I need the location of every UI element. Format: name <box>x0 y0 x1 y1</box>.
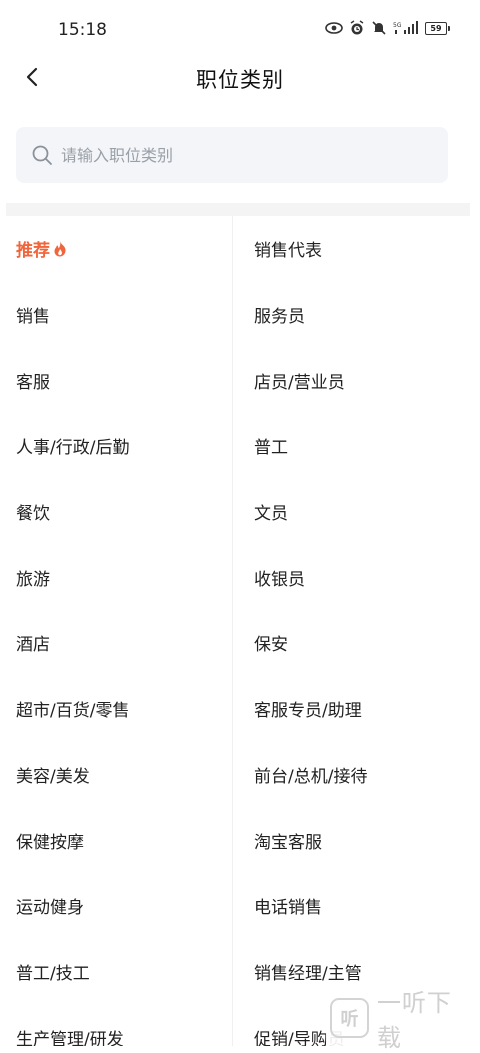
category-label: 美容/美发 <box>16 766 90 787</box>
category-item-hr-admin[interactable]: 人事/行政/后勤 <box>0 413 232 479</box>
category-item-hotel[interactable]: 酒店 <box>0 610 232 676</box>
subcategory-item[interactable]: 淘宝客服 <box>233 807 480 873</box>
subcategory-item[interactable]: 普工 <box>233 413 480 479</box>
subcategory-item[interactable]: 收银员 <box>233 544 480 610</box>
search-icon <box>31 144 53 166</box>
alarm-icon <box>350 20 364 35</box>
subcategory-label: 销售经理/主管 <box>254 963 362 984</box>
category-label: 人事/行政/后勤 <box>16 438 130 459</box>
primary-category-list: 推荐 销售 客服 人事/行政/后勤 餐饮 旅游 酒店 超市/百货/零售 美容/美… <box>0 216 232 1046</box>
watermark-logo-icon: 听 <box>330 998 369 1038</box>
category-item-tourism[interactable]: 旅游 <box>0 544 232 610</box>
search-bar[interactable] <box>16 127 448 183</box>
category-item-fitness[interactable]: 运动健身 <box>0 873 232 939</box>
subcategory-item[interactable]: 文员 <box>233 479 480 545</box>
category-item-sales[interactable]: 销售 <box>0 282 232 348</box>
category-item-beauty[interactable]: 美容/美发 <box>0 742 232 808</box>
category-label: 酒店 <box>16 635 50 656</box>
category-label: 超市/百货/零售 <box>16 701 130 722</box>
navigation-bar: 职位类别 <box>0 55 480 103</box>
subcategory-item[interactable]: 店员/营业员 <box>233 347 480 413</box>
subcategory-item[interactable]: 客服专员/助理 <box>233 676 480 742</box>
subcategory-label: 电话销售 <box>254 898 322 919</box>
subcategory-label: 保安 <box>254 635 288 656</box>
subcategory-label: 前台/总机/接待 <box>254 766 368 787</box>
subcategory-item[interactable]: 服务员 <box>233 282 480 348</box>
category-label: 餐饮 <box>16 504 50 525</box>
category-label: 普工/技工 <box>16 963 90 984</box>
subcategory-item[interactable]: 前台/总机/接待 <box>233 742 480 808</box>
category-item-recommended[interactable]: 推荐 <box>0 216 232 282</box>
eye-icon <box>325 22 343 34</box>
subcategory-list: 销售代表 服务员 店员/营业员 普工 文员 收银员 保安 客服专员/助理 前台/… <box>232 216 480 1046</box>
category-item-production[interactable]: 生产管理/研发 <box>0 1004 232 1046</box>
battery-level: 59 <box>425 21 447 35</box>
subcategory-label: 服务员 <box>254 307 305 328</box>
watermark-text: 一听下载 <box>376 989 452 1052</box>
subcategory-item[interactable]: 销售代表 <box>233 216 480 282</box>
section-divider <box>6 203 470 216</box>
subcategory-label: 淘宝客服 <box>254 832 322 853</box>
status-bar: 15:18 5G 59 <box>0 0 480 60</box>
battery-icon: 59 <box>425 21 450 35</box>
page-title: 职位类别 <box>196 68 284 92</box>
subcategory-label: 普工 <box>254 438 288 459</box>
category-label: 生产管理/研发 <box>16 1029 124 1046</box>
subcategory-label: 店员/营业员 <box>254 372 345 393</box>
category-label: 推荐 <box>16 241 50 262</box>
subcategory-item[interactable]: 电话销售 <box>233 873 480 939</box>
fire-icon <box>53 240 67 257</box>
watermark: 听 一听下载 <box>326 989 474 1052</box>
mute-icon <box>372 21 386 35</box>
category-item-massage[interactable]: 保健按摩 <box>0 807 232 873</box>
category-item-catering[interactable]: 餐饮 <box>0 479 232 545</box>
category-lists: 推荐 销售 客服 人事/行政/后勤 餐饮 旅游 酒店 超市/百货/零售 美容/美… <box>0 216 480 1046</box>
category-item-technician[interactable]: 普工/技工 <box>0 939 232 1005</box>
subcategory-label: 文员 <box>254 504 288 525</box>
category-label: 销售 <box>16 307 50 328</box>
status-icons: 5G 59 <box>325 20 450 36</box>
category-label: 旅游 <box>16 569 50 590</box>
category-item-retail[interactable]: 超市/百货/零售 <box>0 676 232 742</box>
category-item-customer-service[interactable]: 客服 <box>0 347 232 413</box>
subcategory-label: 销售代表 <box>254 241 322 262</box>
subcategory-label: 收银员 <box>254 569 305 590</box>
signal-icon: 5G <box>393 21 418 34</box>
search-input[interactable] <box>59 144 423 166</box>
subcategory-item[interactable]: 保安 <box>233 610 480 676</box>
category-label: 运动健身 <box>16 898 84 919</box>
category-label: 保健按摩 <box>16 832 84 853</box>
subcategory-label: 客服专员/助理 <box>254 701 362 722</box>
status-time: 15:18 <box>58 20 107 40</box>
category-label: 客服 <box>16 372 50 393</box>
svg-text:5G: 5G <box>393 22 402 29</box>
